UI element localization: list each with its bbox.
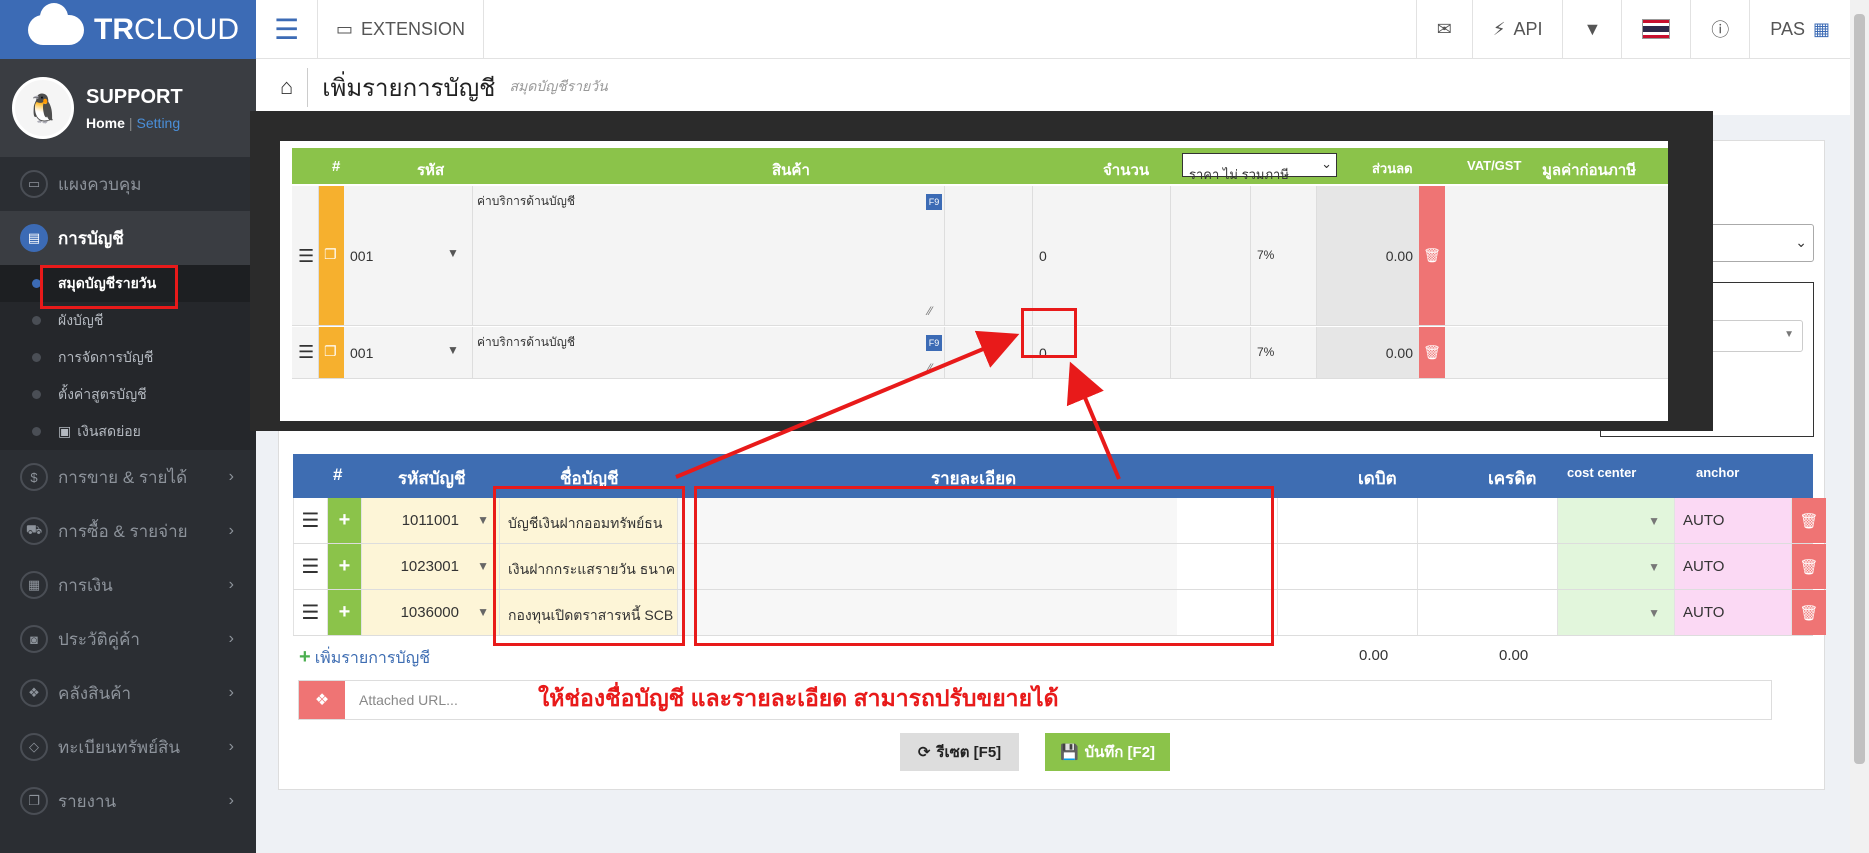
arrow-to-resize-handle [675,330,1020,479]
annotation-arrows [675,330,1121,480]
arrow-to-resize-handle-2 [1066,361,1121,480]
